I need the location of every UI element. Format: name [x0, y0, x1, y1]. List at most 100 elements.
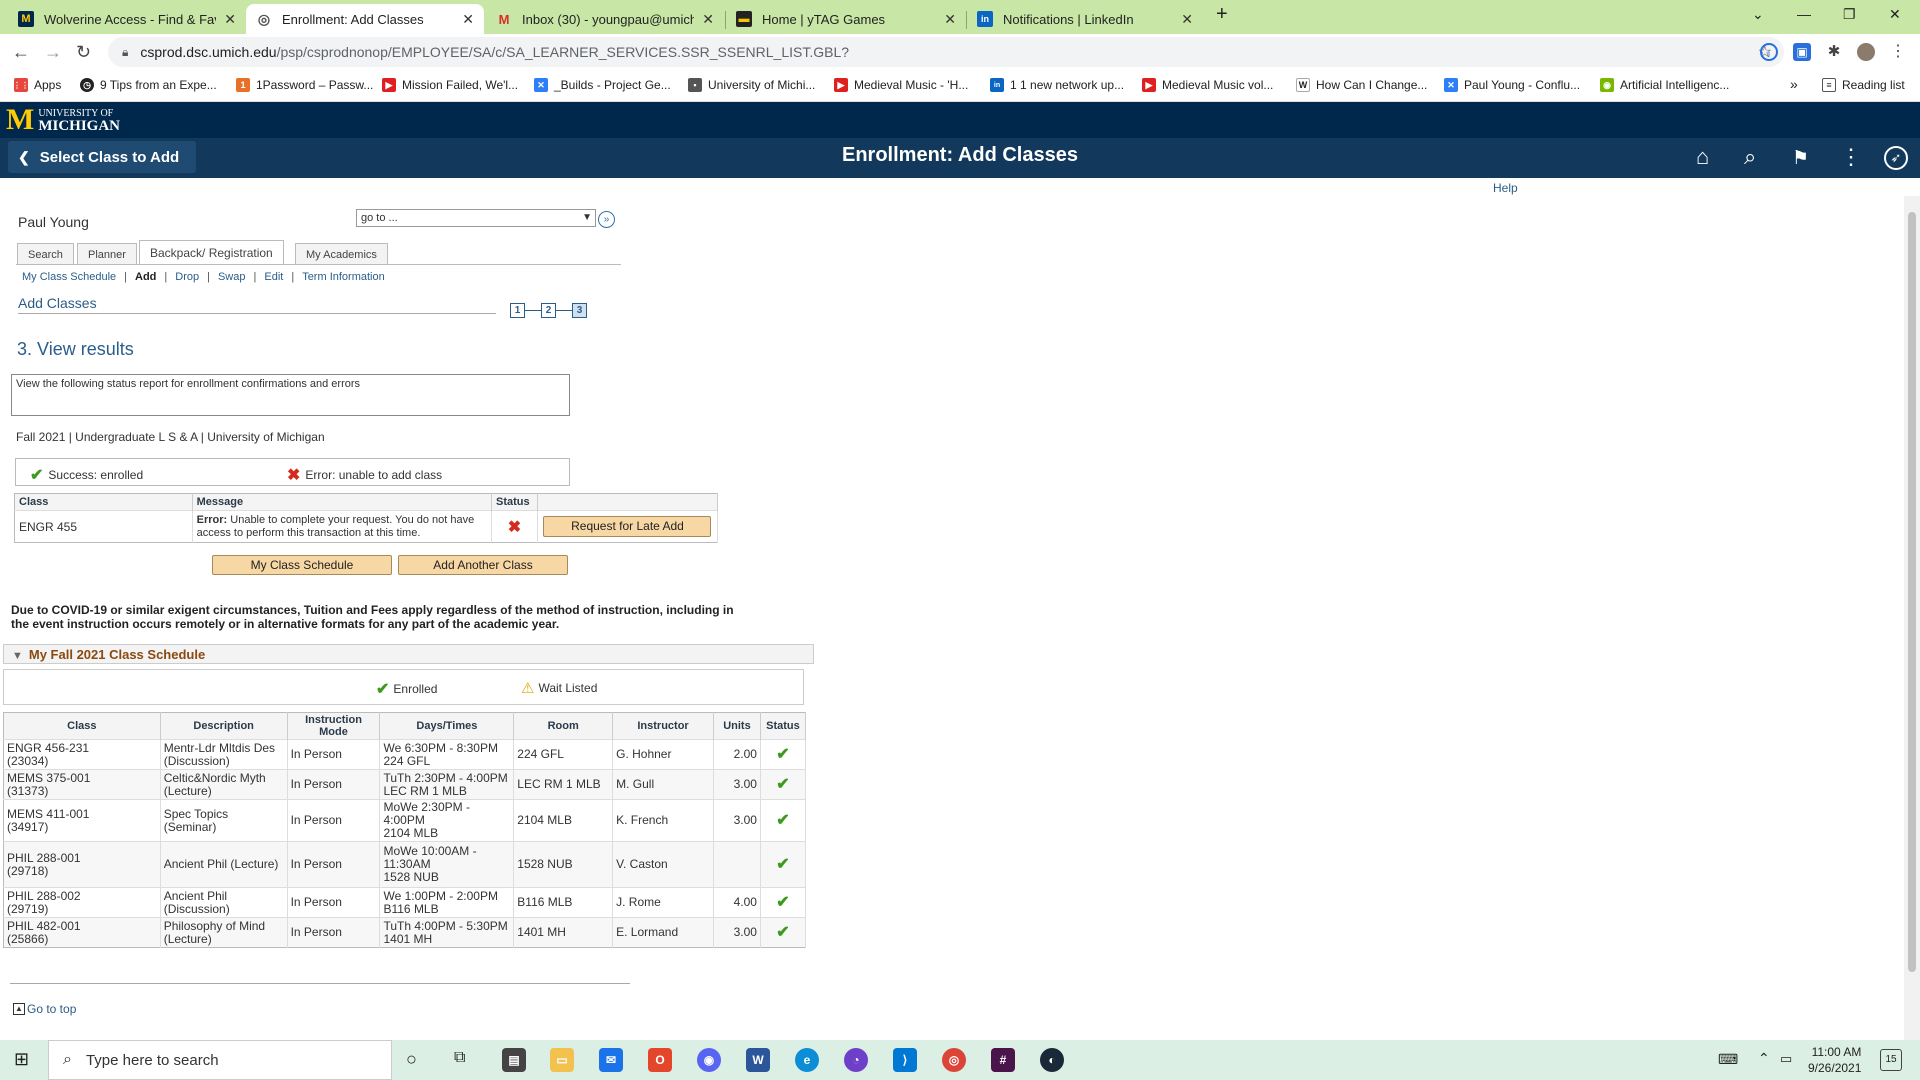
bookmark-item[interactable]: ◉ Artificial Intelligenc...: [1600, 78, 1729, 92]
subnav-drop[interactable]: Drop: [175, 271, 199, 283]
tab-ytag-games[interactable]: ▬ Home | yTAG Games ✕: [726, 4, 966, 34]
tab-search-icon[interactable]: ⌄: [1752, 6, 1764, 23]
tab-linkedin[interactable]: in Notifications | LinkedIn ✕: [967, 4, 1203, 34]
bookmark-item[interactable]: ▪ University of Michi...: [688, 78, 815, 92]
schedule-section-header[interactable]: ▼ My Fall 2021 Class Schedule: [3, 644, 814, 664]
office-icon[interactable]: O: [648, 1048, 672, 1072]
task-view-icon[interactable]: ⧉: [454, 1049, 465, 1067]
file-explorer-icon[interactable]: ▭: [550, 1048, 574, 1072]
subnav-swap[interactable]: Swap: [218, 271, 246, 283]
bookmark-item[interactable]: ✕ Paul Young - Conflu...: [1444, 78, 1580, 92]
nvidia-icon: ◉: [1600, 78, 1614, 92]
select-class-back-button[interactable]: ❮ Select Class to Add: [8, 141, 196, 173]
bookmark-item[interactable]: ✕ _Builds - Project Ge...: [534, 78, 671, 92]
vscode-icon[interactable]: ⟩: [893, 1048, 917, 1072]
close-tab-icon[interactable]: ✕: [462, 11, 474, 28]
bookmark-item[interactable]: in 1 1 new network up...: [990, 78, 1124, 92]
tab-backpack-registration[interactable]: Backpack/ Registration: [139, 240, 284, 265]
discord-icon[interactable]: ◉: [697, 1048, 721, 1072]
bookmark-item[interactable]: W How Can I Change...: [1296, 78, 1427, 92]
section-divider: [18, 313, 496, 314]
help-link[interactable]: Help: [1493, 181, 1518, 195]
flag-icon[interactable]: ⚑: [1792, 147, 1809, 170]
column-header: Class: [14, 493, 193, 511]
tab-search[interactable]: Search: [17, 243, 74, 265]
warning-icon: ⚠: [521, 680, 535, 697]
close-tab-icon[interactable]: ✕: [702, 11, 714, 28]
bookmark-item[interactable]: ◷ 9 Tips from an Expe...: [80, 78, 217, 92]
add-another-class-button[interactable]: Add Another Class: [398, 555, 568, 575]
profile-avatar[interactable]: [1857, 43, 1875, 61]
table-row: PHIL 482-001 (25866) Philosophy of Mind (…: [3, 917, 807, 948]
tray-chevron-icon[interactable]: ⌃: [1758, 1050, 1770, 1067]
search-icon[interactable]: ⌕: [1744, 144, 1756, 170]
subnav-edit[interactable]: Edit: [264, 271, 283, 283]
address-bar[interactable]: 🔒︎ csprod.dsc.umich.edu/psp/csprodnonop/…: [108, 37, 1784, 67]
globe-icon: ◎: [257, 10, 271, 27]
tab-wolverine-access[interactable]: M Wolverine Access - Find & Favori ✕: [8, 4, 246, 34]
schedule-instructor: M. Gull: [612, 769, 714, 800]
go-to-top-link[interactable]: ▲ Go to top: [13, 1002, 76, 1016]
chevron-left-icon: ❮: [18, 148, 30, 165]
cortana-icon[interactable]: ○: [406, 1049, 417, 1070]
puzzle-icon[interactable]: ✱: [1825, 43, 1843, 61]
edge-icon[interactable]: e: [795, 1048, 819, 1072]
actions-menu-icon[interactable]: ⋮: [1840, 144, 1862, 170]
close-window-icon[interactable]: ✕: [1889, 6, 1901, 23]
minimize-icon[interactable]: —: [1797, 6, 1811, 22]
tab-planner[interactable]: Planner: [77, 243, 137, 265]
request-late-add-button[interactable]: Request for Late Add: [543, 516, 712, 537]
confluence-icon: ✕: [534, 78, 548, 92]
notification-center-icon[interactable]: 15: [1880, 1049, 1902, 1071]
umich-logo[interactable]: M UNIVERSITY OF MICHIGAN: [6, 105, 120, 135]
github-icon[interactable]: ◔: [844, 1048, 868, 1072]
reload-icon[interactable]: ↻: [76, 42, 91, 63]
bookmark-item[interactable]: ▶ Medieval Music vol...: [1142, 78, 1273, 92]
tab-gmail-inbox[interactable]: M Inbox (30) - youngpau@umich.ec ✕: [486, 4, 724, 34]
bookmark-item[interactable]: ▶ Mission Failed, We'l...: [382, 78, 518, 92]
reading-list-icon: ≡: [1822, 78, 1836, 92]
subnav-term-information[interactable]: Term Information: [302, 271, 385, 283]
chrome-icon[interactable]: ◎: [942, 1048, 966, 1072]
bookmark-item[interactable]: 1 1Password – Passw...: [236, 78, 373, 92]
my-class-schedule-button[interactable]: My Class Schedule: [212, 555, 392, 575]
page-scrollbar[interactable]: [1904, 196, 1920, 1040]
steam-icon[interactable]: ◐: [1040, 1048, 1064, 1072]
go-to-top-icon: ▲: [13, 1003, 25, 1015]
taskbar-search[interactable]: ⌕ Type here to search: [48, 1040, 392, 1080]
tab-enrollment[interactable]: ◎ Enrollment: Add Classes ✕: [246, 4, 484, 34]
scrollbar-thumb[interactable]: [1908, 212, 1916, 972]
schedule-description: Philosophy of Mind (Lecture): [160, 917, 288, 948]
back-arrow-icon[interactable]: ←: [12, 42, 30, 63]
forward-arrow-icon[interactable]: →: [44, 42, 62, 63]
new-tab-icon[interactable]: +: [1216, 3, 1228, 26]
navbar-compass-icon[interactable]: ➶: [1884, 146, 1908, 170]
subnav-my-class-schedule[interactable]: My Class Schedule: [22, 271, 116, 283]
schedule-class: PHIL 288-002 (29719): [3, 887, 161, 918]
menu-dots-icon[interactable]: ⋮: [1889, 43, 1907, 61]
network-icon[interactable]: ▭: [1780, 1051, 1792, 1067]
extension-icon[interactable]: ▣: [1793, 43, 1811, 61]
goto-select[interactable]: go to ... ▼: [356, 209, 596, 227]
windows-start-icon[interactable]: ⊞: [14, 1049, 29, 1070]
more-bookmarks-button[interactable]: »: [1790, 76, 1798, 92]
reading-list-button[interactable]: ≡ Reading list: [1822, 78, 1905, 92]
keyboard-icon[interactable]: ⌨: [1718, 1051, 1738, 1068]
store-icon[interactable]: ▤: [502, 1048, 526, 1072]
restore-icon[interactable]: ❐: [1843, 6, 1856, 23]
extension-icon[interactable]: i: [1760, 43, 1778, 61]
word-icon[interactable]: W: [746, 1048, 770, 1072]
system-clock[interactable]: 11:00 AM 9/26/2021: [1808, 1044, 1861, 1076]
tab-my-academics[interactable]: My Academics: [295, 243, 388, 265]
close-tab-icon[interactable]: ✕: [224, 11, 236, 28]
slack-icon[interactable]: #: [991, 1048, 1015, 1072]
close-tab-icon[interactable]: ✕: [944, 11, 956, 28]
tab-divider: [16, 264, 621, 265]
bookmark-apps[interactable]: ⋮⋮ Apps: [13, 78, 61, 92]
goto-submit-button[interactable]: »: [598, 211, 615, 228]
mail-icon[interactable]: ✉: [599, 1048, 623, 1072]
subnav-add[interactable]: Add: [135, 271, 156, 283]
close-tab-icon[interactable]: ✕: [1181, 11, 1193, 28]
bookmark-item[interactable]: ▶ Medieval Music - 'H...: [834, 78, 968, 92]
home-icon[interactable]: ⌂: [1696, 144, 1709, 170]
